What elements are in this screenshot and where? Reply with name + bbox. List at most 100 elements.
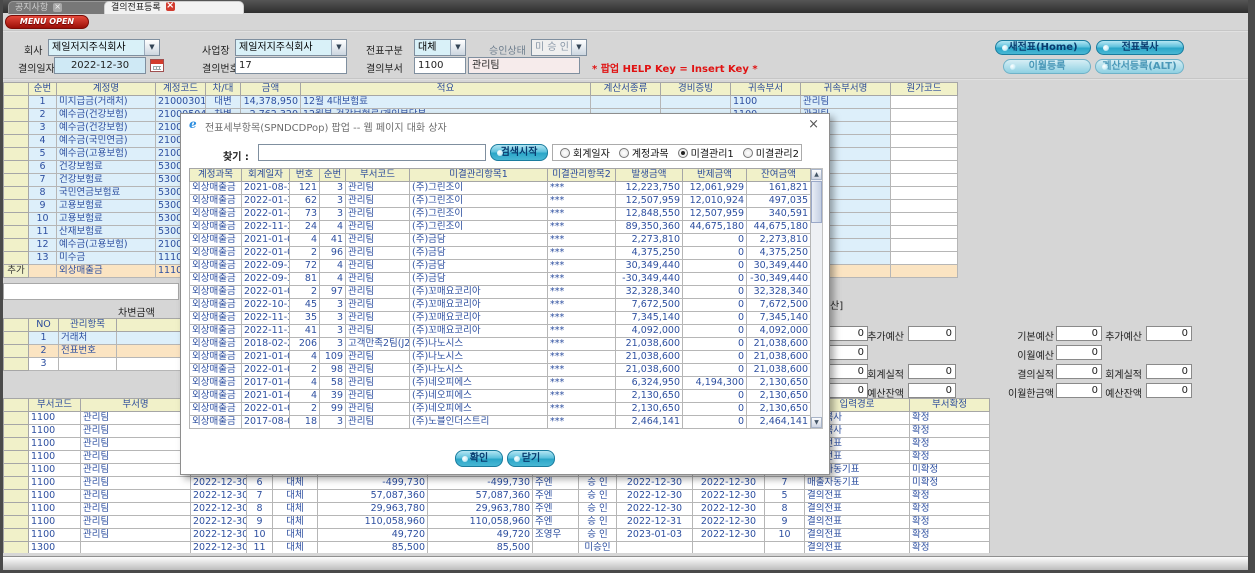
table-row[interactable]: 외상매출금2022-01-00297관리팀(주)꼬매요코리아***32,328,…	[189, 285, 811, 299]
radio-icon[interactable]	[560, 147, 570, 158]
company-select[interactable]: 제일저지주식회사 ▼	[48, 39, 160, 56]
budget-field[interactable]: 0	[908, 364, 956, 379]
column-header: 번호	[289, 168, 320, 182]
cell: 10	[246, 528, 273, 542]
cell: 주엔	[532, 502, 579, 516]
tab-notice-label: 공지사항	[15, 3, 49, 13]
table-row[interactable]: 외상매출금2022-01-00299관리팀(주)네오피에스***2,130,65…	[189, 402, 811, 416]
scroll-down-icon[interactable]: ▼	[811, 417, 822, 428]
header-row: 순번 계정명 계정코드 차/대 금액 적요 계산서종류 경비증빙 귀속부서 귀속부서명 원가코드	[3, 82, 958, 96]
table-row[interactable]: 외상매출금2017-08-01183관리팀(주)노블인더스트리***2,464,…	[189, 415, 811, 429]
radio-회계일자[interactable]: 회계일자	[560, 145, 610, 160]
table-row[interactable]: 외상매출금2022-11-30413관리팀(주)꼬매요코리아***4,092,0…	[189, 324, 811, 338]
cell: 98	[319, 363, 346, 377]
radio-계정과목[interactable]: 계정과목	[618, 145, 669, 160]
cell: ***	[547, 311, 616, 325]
table-row[interactable]: 1100 관리팀 2022-12-30 6 대체 -499,730 -499,730 주엔 승 …	[3, 476, 990, 490]
cell: 관리팀	[345, 402, 410, 416]
column-header: 귀속부서	[730, 82, 801, 96]
budget-field[interactable]: 0	[1056, 364, 1102, 379]
scroll-up-icon[interactable]: ▲	[811, 169, 822, 180]
table-row[interactable]: 1300 2022-12-30 11 대체 85,500 85,500 미승인 결의전표 확정	[3, 541, 990, 553]
table-row[interactable]: 외상매출금2022-11-30353관리팀(주)꼬매요코리아***7,345,1…	[189, 311, 811, 325]
table-row[interactable]: 외상매출금2022-01-00298관리팀(주)나노시스***21,038,60…	[189, 363, 811, 377]
table-row[interactable]: 외상매출금2021-01-00439관리팀(주)네오피에스***2,130,65…	[189, 389, 811, 403]
dept-name-field: 관리팀	[468, 57, 580, 74]
calendar-icon[interactable]	[150, 59, 164, 72]
cell: 예수금(국민연금)	[56, 134, 156, 148]
table-row[interactable]: 외상매출금2018-02-282063고객만족2팀(J2(주)나노시스***21…	[189, 337, 811, 351]
cell: 외상매출금	[189, 181, 242, 195]
close-icon[interactable]: ×	[53, 3, 63, 12]
popup-close-button[interactable]: 닫기	[507, 450, 555, 467]
ok-button[interactable]: 확인	[455, 450, 503, 467]
row-header	[3, 82, 29, 96]
table-row[interactable]: 외상매출금2022-09-30814관리팀(주)금담***-30,349,440…	[189, 272, 811, 286]
new-slip-button[interactable]: 새전표(Home)	[995, 40, 1091, 55]
cell: 21,038,600	[615, 337, 683, 351]
cell: 관리팀	[345, 415, 410, 429]
row-header	[3, 502, 29, 516]
cell: ***	[547, 350, 616, 364]
table-row[interactable]: 외상매출금2021-01-00441관리팀(주)금담***2,273,81002…	[189, 233, 811, 247]
site-select[interactable]: 제일저지주식회사 ▼	[235, 39, 347, 56]
cell: 관리팀	[345, 220, 410, 234]
search-button[interactable]: 검색시작	[490, 144, 548, 161]
radio-label: 계정과목	[631, 149, 669, 160]
budget-label: 추가예산	[867, 332, 904, 343]
slip-type-select[interactable]: 대체 ▼	[414, 39, 466, 56]
cell: 0	[682, 272, 747, 286]
radio-icon[interactable]	[677, 147, 688, 158]
cell: 1100	[28, 411, 81, 425]
slip-no-field[interactable]: 17	[235, 57, 347, 74]
tab-notice[interactable]: 공지사항 ×	[8, 1, 114, 14]
cell: 확정	[909, 502, 990, 516]
radio-icon[interactable]	[742, 147, 753, 158]
table-row[interactable]: 외상매출금2022-09-30724관리팀(주)금담***30,349,4400…	[189, 259, 811, 273]
search-input[interactable]	[258, 144, 486, 161]
budget-field[interactable]: 0	[1146, 326, 1192, 341]
close-icon[interactable]: ×	[808, 117, 819, 132]
table-row[interactable]: 1100 관리팀 2022-12-30 7 대체 57,087,360 57,087,360…	[3, 489, 990, 503]
copy-slip-button[interactable]: 전표복사	[1096, 40, 1184, 55]
table-row[interactable]: 외상매출금2021-08-311213관리팀(주)그린조이***12,223,7…	[189, 181, 811, 195]
scrollbar-thumb[interactable]	[811, 181, 822, 223]
dept-code-field[interactable]: 1100	[414, 57, 466, 74]
column-header: NO	[28, 318, 59, 332]
radio-icon[interactable]	[618, 147, 629, 158]
budget-field[interactable]: 0	[1056, 383, 1102, 398]
table-row[interactable]: 1100 관리팀 2022-12-30 9 대체 110,058,960 110,058,9…	[3, 515, 990, 529]
table-row[interactable]: 외상매출금2022-01-00296관리팀(주)금담***4,375,25004…	[189, 246, 811, 260]
cell: 1100	[28, 528, 81, 542]
cell: 예수금(고용보험)	[56, 238, 156, 252]
cell: 2,130,650	[615, 402, 683, 416]
close-icon[interactable]: ×	[165, 1, 175, 11]
budget-field[interactable]: 0	[1056, 326, 1102, 341]
popup-scrollbar[interactable]: ▲ ▼	[810, 168, 823, 429]
chevron-down-icon[interactable]: ▼	[144, 40, 159, 55]
budget-field[interactable]: 0	[1146, 383, 1192, 398]
tab-slip-entry[interactable]: 결의전표등록 ×	[104, 1, 244, 14]
table-row[interactable]: 외상매출금2022-11-30244관리팀(주)그린조이***89,350,36…	[189, 220, 811, 234]
table-row[interactable]: 외상매출금2022-10-31453관리팀(주)꼬매요코리아***7,672,5…	[189, 298, 811, 312]
row-header	[3, 238, 29, 252]
table-row[interactable]: 외상매출금2017-01-00458관리팀(주)네오피에스***6,324,95…	[189, 376, 811, 390]
budget-field[interactable]: 0	[1056, 345, 1102, 360]
radio-미결관리1[interactable]: 미결관리1	[677, 145, 734, 160]
row-header	[3, 398, 29, 412]
date-field[interactable]: 2022-12-30	[54, 57, 146, 74]
table-row[interactable]: 1100 관리팀 2022-12-30 8 대체 29,963,780 29,963,780…	[3, 502, 990, 516]
budget-field[interactable]: 0	[1146, 364, 1192, 379]
chevron-down-icon[interactable]: ▼	[450, 40, 465, 55]
table-row[interactable]: 1100 관리팀 2022-12-30 10 대체 49,720 49,720 조영우 승 인2…	[3, 528, 990, 542]
radio-미결관리2[interactable]: 미결관리2	[742, 145, 799, 160]
table-row[interactable]: 1 미지급금(거래처) 21000301 대변 14,378,950 12월 4대보험료 1…	[3, 95, 958, 109]
table-row[interactable]: 외상매출금2021-01-004109관리팀(주)나노시스***21,038,6…	[189, 350, 811, 364]
cell: ***	[547, 194, 616, 208]
table-row[interactable]: 외상매출금2022-01-31733관리팀(주)그린조이***12,848,55…	[189, 207, 811, 221]
table-row[interactable]: 외상매출금2022-01-31623관리팀(주)그린조이***12,507,95…	[189, 194, 811, 208]
budget-field[interactable]: 0	[908, 383, 956, 398]
budget-field[interactable]: 0	[908, 326, 956, 341]
menu-open-button[interactable]: MENU OPEN	[5, 15, 89, 29]
chevron-down-icon[interactable]: ▼	[331, 40, 346, 55]
